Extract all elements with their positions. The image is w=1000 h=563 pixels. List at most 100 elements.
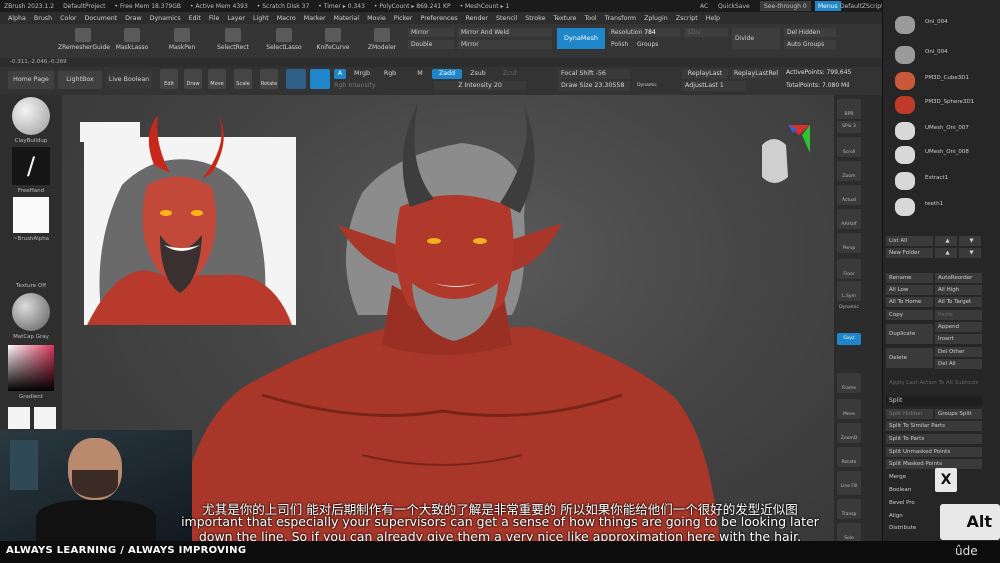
subtool-item[interactable]: Oni_004: [889, 14, 993, 36]
split-similar-parts-button[interactable]: Split To Similar Parts: [886, 421, 982, 431]
copy-button[interactable]: Copy: [886, 310, 933, 320]
a-button[interactable]: A: [334, 69, 346, 79]
menu-preferences[interactable]: Preferences: [421, 15, 458, 22]
lsym-button[interactable]: L.Sym: [837, 281, 861, 301]
zremesherguide-button[interactable]: ZRemesherGuide: [58, 28, 110, 51]
groups-split-button[interactable]: Groups Split: [935, 409, 982, 419]
stroke-icon[interactable]: [310, 69, 330, 89]
line-fill-button[interactable]: Line Fill: [837, 471, 861, 495]
texture-off[interactable]: Texture Off: [10, 253, 52, 289]
mrgb-button[interactable]: Mrgb: [348, 69, 376, 79]
zadd-button[interactable]: Zadd: [432, 69, 462, 79]
mirror-and-weld-button[interactable]: Mirror And Weld: [458, 28, 552, 37]
spix-slider[interactable]: SPix 3: [837, 121, 861, 133]
split-hidden-button[interactable]: Split Hidden: [886, 409, 933, 419]
zsub-button[interactable]: Zsub: [464, 69, 492, 79]
new-folder-button[interactable]: New Folder: [886, 248, 933, 258]
delete-button[interactable]: Delete: [886, 348, 933, 368]
menu-zplugin[interactable]: Zplugin: [644, 15, 668, 22]
menu-brush[interactable]: Brush: [34, 15, 52, 22]
split-to-parts-button[interactable]: Split To Parts: [886, 434, 982, 444]
zoom3d-button[interactable]: ZoomD: [837, 423, 861, 443]
zoom-button[interactable]: Zoom: [837, 161, 861, 181]
divide-button[interactable]: Divide: [732, 28, 780, 49]
subtool-item[interactable]: UMesh_Oni_007: [889, 120, 993, 142]
mirror-button[interactable]: Mirror: [408, 28, 454, 37]
main-color-swatch[interactable]: [8, 407, 30, 429]
menu-picker[interactable]: Picker: [394, 15, 413, 22]
menu-document[interactable]: Document: [85, 15, 118, 22]
brush-claybuildup[interactable]: ClayBuildup: [10, 97, 52, 144]
menu-color[interactable]: Color: [60, 15, 76, 22]
move-down-button[interactable]: ▼: [959, 236, 981, 246]
focal-shift-slider[interactable]: Focal Shift -56: [558, 69, 630, 79]
rename-button[interactable]: Rename: [886, 273, 933, 283]
subtool-item[interactable]: Extract1: [889, 170, 993, 192]
material-sphere-icon[interactable]: [286, 69, 306, 89]
draw-button[interactable]: Draw: [184, 69, 202, 89]
quicksave-button[interactable]: QuickSave: [718, 0, 750, 12]
bpr-button[interactable]: BPR: [837, 99, 861, 119]
move-view-button[interactable]: Move: [837, 399, 861, 419]
home-page-button[interactable]: Home Page: [8, 71, 54, 89]
draw-size-slider[interactable]: Draw Size 23.30558: [558, 81, 630, 91]
subtool-item[interactable]: UMesh_Oni_008: [889, 144, 993, 166]
menu-movie[interactable]: Movie: [367, 15, 386, 22]
rotate-view-button[interactable]: Rotate: [837, 447, 861, 467]
subtool-item[interactable]: PM3D_Cube3D1: [889, 70, 993, 92]
boolean-section[interactable]: Boolean: [886, 485, 982, 495]
groups-button[interactable]: Groups: [634, 40, 664, 49]
knifecurve-button[interactable]: KnifeCurve: [312, 28, 354, 51]
menu-render[interactable]: Render: [466, 15, 488, 22]
move-button[interactable]: Move: [208, 69, 226, 89]
menu-file[interactable]: File: [209, 15, 220, 22]
all-low-button[interactable]: All Low: [886, 285, 933, 295]
zmodeler-button[interactable]: ZModeler: [362, 28, 402, 51]
edit-button[interactable]: Edit: [160, 69, 178, 89]
split-unmasked-button[interactable]: Split Unmasked Points: [886, 447, 982, 457]
zcut-button[interactable]: Zcut: [498, 69, 522, 79]
m-button[interactable]: M: [414, 69, 426, 79]
menu-dynamics[interactable]: Dynamics: [150, 15, 181, 22]
duplicate-button[interactable]: Duplicate: [886, 324, 933, 344]
del-hidden-button[interactable]: Del Hidden: [784, 28, 836, 37]
del-all-button[interactable]: Del All: [935, 359, 982, 369]
all-high-button[interactable]: All High: [935, 285, 982, 295]
dynamic-button[interactable]: Dynamic: [634, 81, 660, 91]
menu-alpha[interactable]: Alpha: [8, 15, 26, 22]
selectrect-button[interactable]: SelectRect: [212, 28, 254, 51]
menu-tool[interactable]: Tool: [584, 15, 596, 22]
menu-stroke[interactable]: Stroke: [525, 15, 545, 22]
menu-edit[interactable]: Edit: [189, 15, 201, 22]
menus-button[interactable]: Menus: [815, 1, 841, 11]
double-button[interactable]: Double: [408, 40, 454, 49]
live-boolean-button[interactable]: Live Boolean: [106, 71, 152, 89]
masklasso-button[interactable]: MaskLasso: [112, 28, 152, 51]
rgb-button[interactable]: Rgb: [380, 69, 400, 79]
secondary-color-swatch[interactable]: [34, 407, 56, 429]
menu-draw[interactable]: Draw: [125, 15, 141, 22]
maskpen-button[interactable]: MaskPen: [162, 28, 202, 51]
append-button[interactable]: Append: [935, 322, 982, 332]
split-section-header[interactable]: Split: [886, 396, 982, 406]
scroll-button[interactable]: Scroll: [837, 137, 861, 157]
menu-macro[interactable]: Macro: [277, 15, 296, 22]
move-top-button[interactable]: ▲: [935, 248, 957, 258]
resolution-slider[interactable]: Resolution 784: [608, 28, 680, 37]
see-through-slider[interactable]: See-through 0: [760, 1, 811, 11]
navigation-gyro[interactable]: [762, 125, 810, 183]
split-masked-button[interactable]: Split Masked Points: [886, 459, 982, 469]
menu-texture[interactable]: Texture: [553, 15, 576, 22]
menu-transform[interactable]: Transform: [605, 15, 636, 22]
sdiv-slider[interactable]: SDiv: [684, 28, 728, 37]
menu-zscript[interactable]: Zscript: [676, 15, 698, 22]
scale-button[interactable]: Scale: [234, 69, 252, 89]
menu-marker[interactable]: Marker: [304, 15, 326, 22]
menu-stencil[interactable]: Stencil: [496, 15, 517, 22]
mirror-button-2[interactable]: Mirror: [458, 40, 552, 49]
selectlasso-button[interactable]: SelectLasso: [262, 28, 306, 51]
menu-material[interactable]: Material: [334, 15, 360, 22]
subtool-item[interactable]: Oni_004: [889, 44, 993, 66]
move-up-button[interactable]: ▲: [935, 236, 957, 246]
merge-section[interactable]: Merge: [886, 472, 982, 482]
